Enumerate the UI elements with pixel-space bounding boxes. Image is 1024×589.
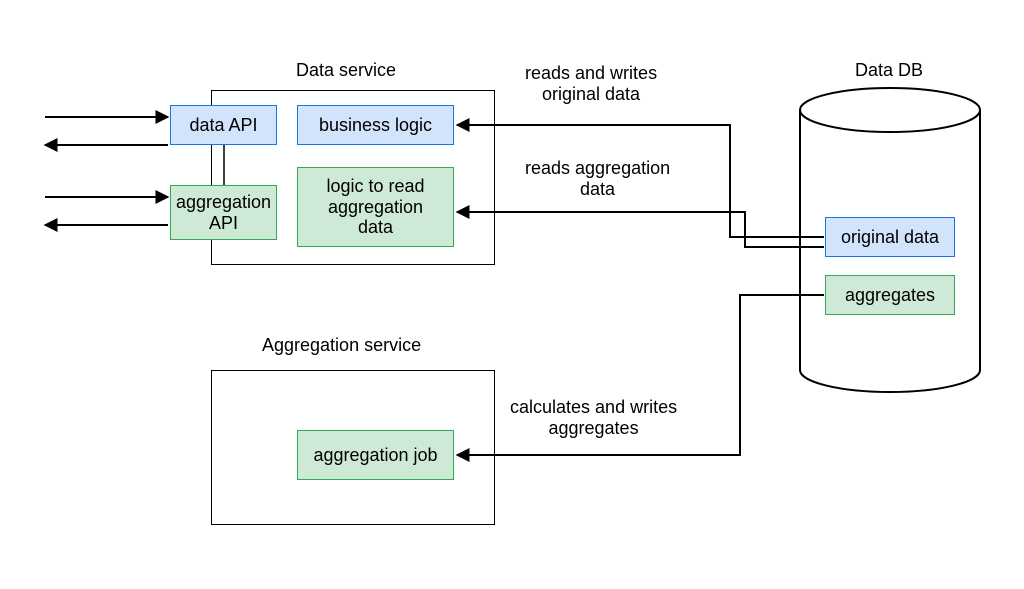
title-data-service: Data service [296,60,396,81]
title-data-db: Data DB [855,60,923,81]
chip-label: data API [189,115,257,136]
edge-label-reads-agg: reads aggregation data [525,158,670,200]
chip-label: original data [841,227,939,248]
chip-aggregation-job: aggregation job [297,430,454,480]
chip-label: aggregation job [313,445,437,466]
chip-original-data: original data [825,217,955,257]
chip-label: logic to read aggregation data [326,176,424,238]
chip-label: aggregation API [176,192,271,233]
title-aggregation-service: Aggregation service [262,335,421,356]
chip-business-logic: business logic [297,105,454,145]
chip-label: aggregates [845,285,935,306]
edge-label-calc-writes: calculates and writes aggregates [510,397,677,439]
chip-data-api: data API [170,105,277,145]
chip-label: business logic [319,115,432,136]
edge-label-rw-original: reads and writes original data [525,63,657,105]
chip-aggregation-api: aggregation API [170,185,277,240]
diagram-canvas: Data service Aggregation service Data DB… [0,0,1024,589]
chip-aggregates: aggregates [825,275,955,315]
chip-logic-read-agg: logic to read aggregation data [297,167,454,247]
